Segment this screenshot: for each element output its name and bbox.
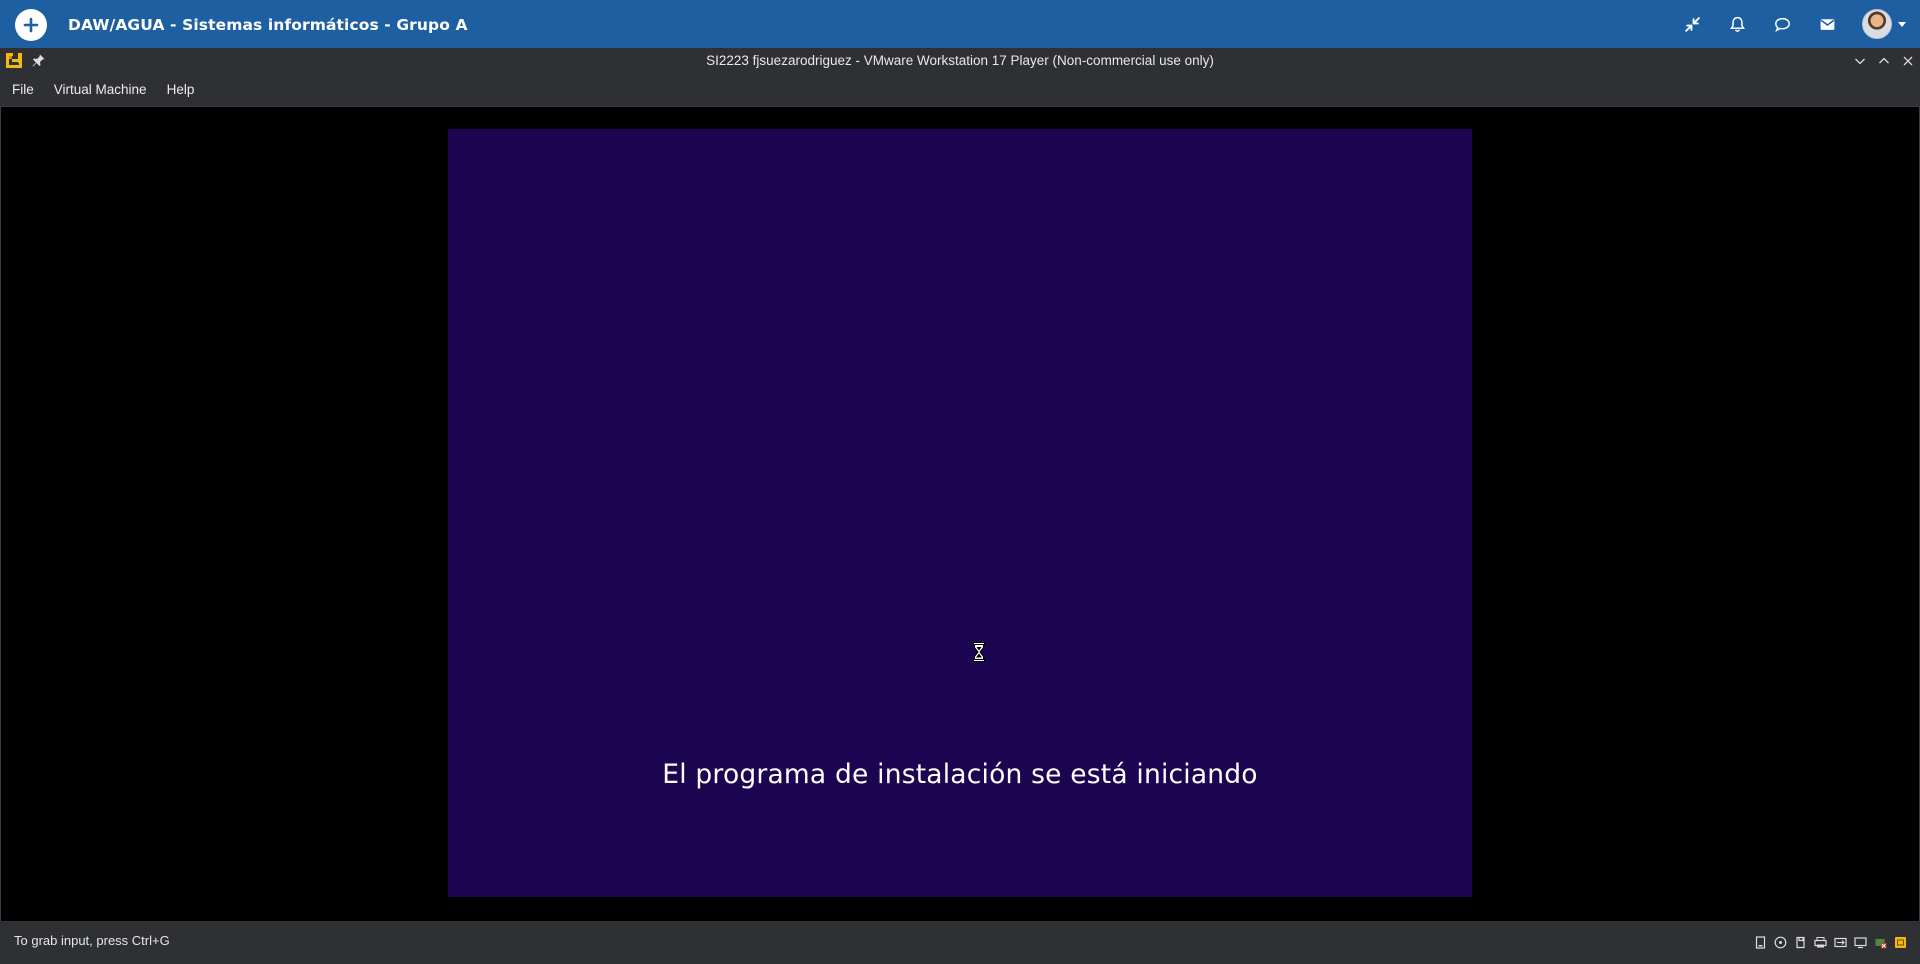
display-icon <box>1853 936 1867 948</box>
mail-icon <box>1820 18 1835 30</box>
mail-button[interactable] <box>1805 0 1850 48</box>
status-bar: To grab input, press Ctrl+G <box>0 921 1920 964</box>
collapse-icon <box>1685 16 1700 32</box>
header-actions <box>1670 0 1920 48</box>
close-button[interactable] <box>1896 48 1920 73</box>
status-text: To grab input, press Ctrl+G <box>14 933 170 948</box>
vm-message-button[interactable] <box>1890 934 1910 950</box>
cd-dvd-button[interactable] <box>1770 934 1790 950</box>
network-button[interactable] <box>1830 934 1850 950</box>
printer-button[interactable] <box>1810 934 1830 950</box>
menu-file[interactable]: File <box>2 73 44 106</box>
notifications-button[interactable] <box>1715 0 1760 48</box>
menu-bar: File Virtual Machine Help <box>0 73 1920 106</box>
printer-icon <box>1813 936 1827 947</box>
floppy-button[interactable] <box>1790 934 1810 950</box>
collapse-button[interactable] <box>1670 0 1715 48</box>
vm-display-area[interactable]: El programa de instalación se está inici… <box>0 106 1920 921</box>
menu-virtual-machine[interactable]: Virtual Machine <box>44 73 157 106</box>
hourglass-cursor-icon <box>973 642 985 662</box>
hard-disk-button[interactable] <box>1750 934 1770 950</box>
cd-dvd-icon <box>1774 936 1786 948</box>
minimize-button[interactable] <box>1848 48 1872 73</box>
hard-disk-icon <box>1755 935 1765 949</box>
usb-button[interactable] <box>1870 934 1890 950</box>
chat-icon <box>1775 17 1790 32</box>
display-button[interactable] <box>1850 934 1870 950</box>
bell-icon <box>1730 16 1745 32</box>
user-menu[interactable] <box>1850 0 1920 48</box>
avatar <box>1862 9 1892 39</box>
messages-button[interactable] <box>1760 0 1805 48</box>
setup-status-message: El programa de instalación se está inici… <box>662 759 1258 790</box>
close-icon <box>1903 56 1913 65</box>
usb-icon <box>1875 938 1886 948</box>
menu-help[interactable]: Help <box>157 73 205 106</box>
add-button[interactable] <box>15 9 47 41</box>
app-header: DAW/AGUA - Sistemas informáticos - Grupo… <box>0 0 1920 48</box>
window-titlebar: SI2223 fjsuezarodriguez - VMware Worksta… <box>0 48 1920 73</box>
maximize-icon <box>1879 57 1889 63</box>
vm-message-icon <box>1894 936 1906 948</box>
device-toolbar <box>1750 934 1910 950</box>
add-icon <box>23 17 39 33</box>
chevron-down-icon <box>1898 21 1906 27</box>
minimize-icon <box>1855 58 1865 64</box>
network-icon <box>1833 937 1847 947</box>
maximize-button[interactable] <box>1872 48 1896 73</box>
window-controls <box>1848 48 1920 73</box>
app-title: DAW/AGUA - Sistemas informáticos - Grupo… <box>68 16 468 34</box>
vm-screen[interactable]: El programa de instalación se está inici… <box>448 129 1472 897</box>
floppy-icon <box>1795 936 1805 948</box>
window-title: SI2223 fjsuezarodriguez - VMware Worksta… <box>706 53 1214 68</box>
